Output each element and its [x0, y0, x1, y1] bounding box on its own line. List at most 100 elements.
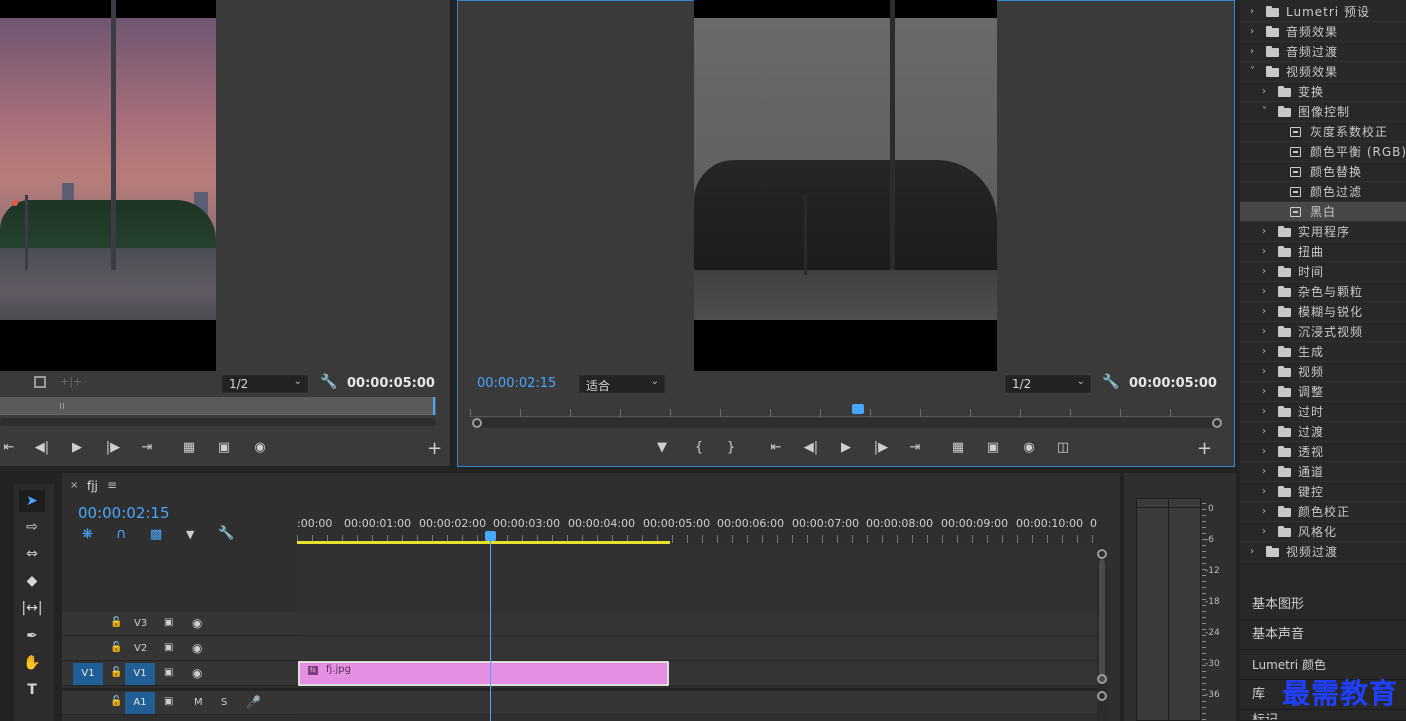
- chevron-down-icon[interactable]: ˅: [1250, 62, 1255, 82]
- effects-tree-item[interactable]: › 键控: [1240, 482, 1406, 502]
- effects-tree-item[interactable]: ˅ 视频效果: [1240, 62, 1406, 82]
- source-zoom-select[interactable]: 1/2 ⌄: [222, 375, 308, 393]
- effects-tree-item[interactable]: › 透视: [1240, 442, 1406, 462]
- chevron-right-icon[interactable]: ›: [1250, 2, 1254, 22]
- track-target-v1[interactable]: V1: [125, 663, 155, 685]
- chevron-right-icon[interactable]: ›: [1262, 502, 1266, 522]
- close-sequence-icon[interactable]: ×: [70, 480, 78, 491]
- chevron-right-icon[interactable]: ›: [1262, 522, 1266, 542]
- wrench-icon[interactable]: 🔧: [218, 526, 234, 541]
- insert-icon[interactable]: +|+: [60, 375, 82, 388]
- effects-tree-item[interactable]: 颜色替换: [1240, 162, 1406, 182]
- slip-tool-icon[interactable]: |↔|: [19, 597, 45, 619]
- mute-button[interactable]: M: [194, 697, 203, 708]
- program-fit-select[interactable]: 适合 ⌄: [579, 375, 665, 393]
- source-patch-v1[interactable]: V1: [73, 663, 103, 685]
- chevron-right-icon[interactable]: ›: [1262, 382, 1266, 402]
- ripple-edit-tool-icon[interactable]: ⇔: [19, 543, 45, 565]
- effects-tree-item[interactable]: ˅ 图像控制: [1240, 102, 1406, 122]
- effects-tree-item[interactable]: › 变换: [1240, 82, 1406, 102]
- effects-tree-item[interactable]: 颜色过滤: [1240, 182, 1406, 202]
- chevron-right-icon[interactable]: ›: [1250, 542, 1254, 562]
- effects-tree-item[interactable]: 黑白: [1240, 202, 1406, 222]
- chevron-right-icon[interactable]: ›: [1262, 362, 1266, 382]
- sequence-menu-icon[interactable]: ≡: [107, 478, 117, 492]
- hand-tool-icon[interactable]: ✋: [19, 652, 45, 674]
- sync-lock-icon[interactable]: ▣: [164, 642, 173, 653]
- eye-icon[interactable]: ◉: [192, 666, 202, 680]
- track-select-tool-icon[interactable]: ⇨: [19, 516, 45, 538]
- effects-tree-item[interactable]: › 颜色校正: [1240, 502, 1406, 522]
- chevron-right-icon[interactable]: ›: [1262, 342, 1266, 362]
- razor-tool-icon[interactable]: ◆: [19, 570, 45, 592]
- step-back-icon[interactable]: ◀|: [802, 440, 820, 455]
- effects-tree-item[interactable]: › 生成: [1240, 342, 1406, 362]
- effects-tree-item[interactable]: › 过渡: [1240, 422, 1406, 442]
- wrench-icon[interactable]: 🔧: [1102, 374, 1119, 390]
- extract-icon[interactable]: ▣: [984, 440, 1002, 455]
- timeline-timecode[interactable]: 00:00:02:15: [78, 504, 170, 522]
- eye-icon[interactable]: ◉: [192, 641, 202, 655]
- snap-icon[interactable]: ❋: [82, 527, 93, 542]
- linked-selection-icon[interactable]: ∩: [116, 526, 126, 542]
- effects-tree-item[interactable]: › 视频: [1240, 362, 1406, 382]
- chevron-right-icon[interactable]: ›: [1250, 42, 1254, 62]
- chevron-right-icon[interactable]: ›: [1262, 482, 1266, 502]
- program-timecode[interactable]: 00:00:02:15: [477, 376, 556, 391]
- step-back-icon[interactable]: ◀|: [33, 440, 51, 455]
- chevron-right-icon[interactable]: ›: [1262, 442, 1266, 462]
- play-icon[interactable]: ▶: [837, 440, 855, 455]
- chevron-right-icon[interactable]: ›: [1250, 22, 1254, 42]
- solo-button[interactable]: S: [221, 697, 227, 708]
- program-zoom-select[interactable]: 1/2 ⌄: [1005, 375, 1091, 393]
- lock-icon[interactable]: 🔓: [110, 642, 122, 653]
- effects-tree-item[interactable]: › 时间: [1240, 262, 1406, 282]
- microphone-icon[interactable]: 🎤: [246, 695, 261, 709]
- program-zoom-bar[interactable]: [472, 418, 1222, 428]
- chevron-right-icon[interactable]: ›: [1262, 242, 1266, 262]
- lift-icon[interactable]: ▦: [949, 440, 967, 455]
- tab-essential-graphics[interactable]: 基本图形: [1240, 590, 1406, 620]
- effects-tree-item[interactable]: › 视频过渡: [1240, 542, 1406, 562]
- effects-tree-item[interactable]: › 模糊与锐化: [1240, 302, 1406, 322]
- chevron-right-icon[interactable]: ›: [1262, 262, 1266, 282]
- marker-icon[interactable]: ▼: [186, 528, 194, 541]
- chevron-right-icon[interactable]: ›: [1262, 302, 1266, 322]
- add-marker-icon[interactable]: ▼: [653, 440, 671, 455]
- add-button-icon[interactable]: +: [427, 438, 442, 459]
- chevron-right-icon[interactable]: ›: [1262, 222, 1266, 242]
- lock-icon[interactable]: 🔓: [110, 667, 122, 678]
- sequence-tab[interactable]: fjj: [87, 479, 98, 493]
- tab-essential-sound[interactable]: 基本声音: [1240, 620, 1406, 650]
- overwrite-clip-icon[interactable]: ▣: [215, 440, 233, 455]
- effects-tree-item[interactable]: › 扭曲: [1240, 242, 1406, 262]
- chevron-right-icon[interactable]: ›: [1262, 82, 1266, 102]
- effects-tree-item[interactable]: › 音频效果: [1240, 22, 1406, 42]
- chevron-right-icon[interactable]: ›: [1262, 402, 1266, 422]
- effects-tree-item[interactable]: › 杂色与颗粒: [1240, 282, 1406, 302]
- timeline-clip[interactable]: fx fj.jpg: [298, 661, 669, 686]
- effects-tree-item[interactable]: › 音频过渡: [1240, 42, 1406, 62]
- mark-out-icon[interactable]: }: [722, 440, 740, 455]
- go-to-out-icon[interactable]: ⇥: [906, 440, 924, 455]
- step-forward-icon[interactable]: |▶: [872, 440, 890, 455]
- effects-tree-item[interactable]: › 沉浸式视频: [1240, 322, 1406, 342]
- export-frame-icon[interactable]: [34, 376, 46, 388]
- chevron-right-icon[interactable]: ›: [1262, 462, 1266, 482]
- go-to-in-icon[interactable]: ⇤: [0, 440, 18, 455]
- add-marker-icon[interactable]: ▩: [150, 527, 162, 542]
- type-tool-icon[interactable]: T: [19, 679, 45, 701]
- camera-icon[interactable]: ◉: [1020, 440, 1038, 455]
- play-icon[interactable]: ▶: [68, 440, 86, 455]
- playhead-icon[interactable]: [852, 404, 864, 414]
- chevron-right-icon[interactable]: ›: [1262, 282, 1266, 302]
- eye-icon[interactable]: ◉: [192, 616, 202, 630]
- effects-tree-item[interactable]: › 实用程序: [1240, 222, 1406, 242]
- selection-tool-icon[interactable]: ➤: [19, 490, 45, 512]
- chevron-down-icon[interactable]: ˅: [1262, 102, 1267, 122]
- lock-icon[interactable]: 🔓: [110, 617, 122, 628]
- effects-tree-item[interactable]: › 风格化: [1240, 522, 1406, 542]
- pen-tool-icon[interactable]: ✒: [19, 625, 45, 647]
- sync-lock-icon[interactable]: ▣: [164, 617, 173, 628]
- track-lane-v2[interactable]: [297, 637, 1097, 661]
